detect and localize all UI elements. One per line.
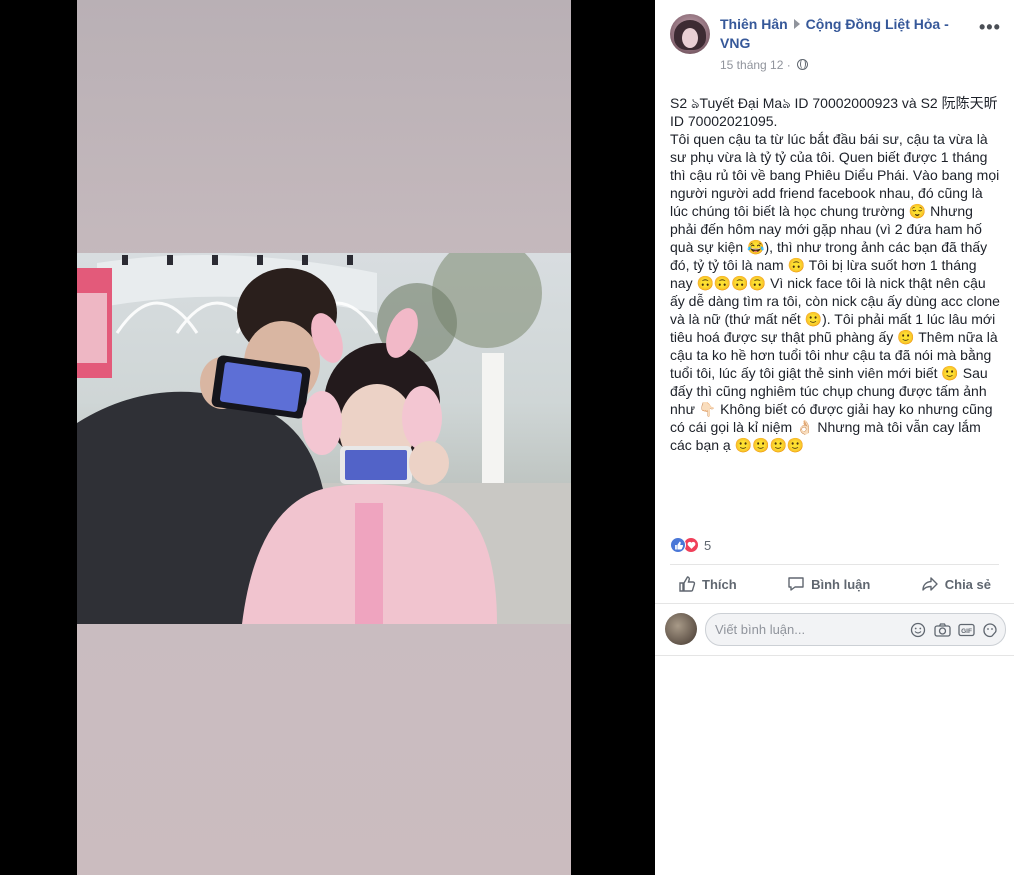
divider [670,564,999,565]
arrow-icon [793,19,800,29]
post-text: S2 ঌTuyết Đại Maঌ ID 70002000923 và S2 阮… [670,95,1000,453]
photo-viewer [0,0,655,875]
reaction-count: 5 [704,537,712,553]
reactions-summary[interactable]: 5 [670,537,711,553]
gif-icon[interactable]: GIF [957,621,975,639]
like-button[interactable]: Thích [670,575,745,593]
comment-tools: GIF [909,621,999,639]
post-header: Thiên Hân Cộng Đồng Liệt Hỏa - VNG [720,15,970,53]
comment-label: Bình luận [811,576,871,592]
author-avatar[interactable] [670,14,710,54]
commenter-avatar [665,613,697,645]
comment-input[interactable]: Viết bình luận... GIF [705,613,1006,646]
share-label: Chia sẻ [944,576,991,592]
comment-placeholder: Viết bình luận... [715,622,806,637]
like-label: Thích [702,576,737,592]
comment-button[interactable]: Bình luận [779,575,878,593]
panel-empty-area [655,655,1014,875]
more-icon[interactable]: ••• [979,17,1001,38]
share-button[interactable]: Chia sẻ [913,575,999,593]
sticker-icon[interactable] [981,621,999,639]
photo-illustration [77,253,571,624]
emoji-icon[interactable] [909,621,927,639]
post-panel: Thiên Hân Cộng Đồng Liệt Hỏa - VNG ••• 15… [655,0,1014,655]
camera-icon[interactable] [933,621,951,639]
post-photo[interactable] [77,253,571,624]
author-name[interactable]: Thiên Hân [720,16,788,32]
comment-icon [788,577,804,591]
share-icon [922,577,938,591]
divider [655,603,1014,604]
post-meta: 15 tháng 12 · [720,58,809,72]
globe-icon [797,59,809,70]
svg-text:GIF: GIF [961,628,972,635]
like-icon [679,576,696,592]
action-bar: Thích Bình luận Chia sẻ [670,566,999,602]
like-reaction-icon [670,537,686,553]
post-date[interactable]: 15 tháng 12 · [720,58,791,72]
